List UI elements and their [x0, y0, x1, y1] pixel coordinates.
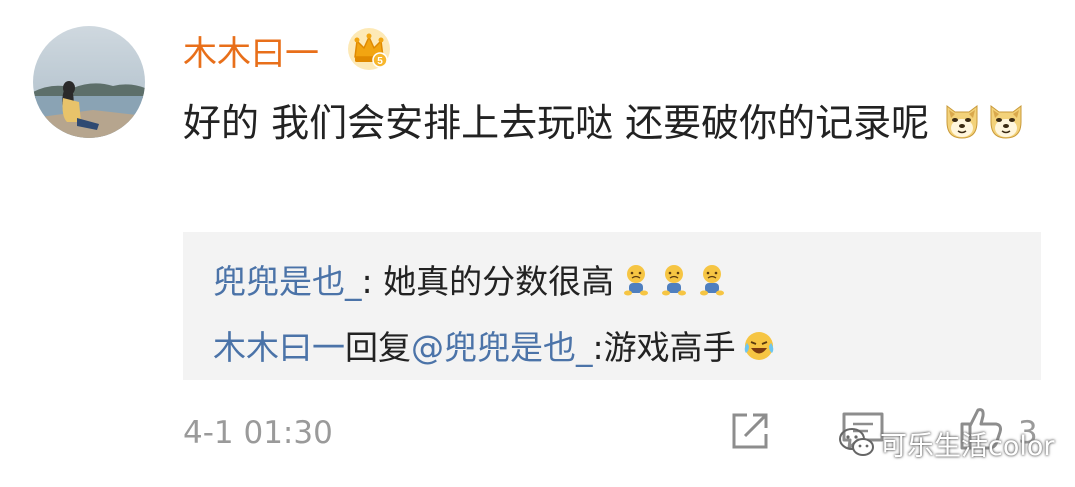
reply-separator: : [361, 262, 384, 301]
reply-item[interactable]: 木木曰一回复@兜兜是也_:游戏高手 [213, 328, 774, 368]
reply-author[interactable]: 木木曰一 [213, 328, 345, 367]
avatar[interactable] [33, 26, 145, 138]
wechat-icon [838, 427, 876, 459]
reply-text: 她真的分数很高 [383, 262, 615, 301]
timestamp: 4-1 01:30 [183, 415, 333, 451]
reply-separator: : [592, 328, 604, 367]
sad-emoji [620, 263, 652, 297]
watermark: 可乐生活color [838, 423, 1055, 463]
reply-text: 游戏高手 [603, 328, 736, 367]
sad-emoji [658, 263, 690, 297]
reply-box[interactable]: 兜兜是也_: 她真的分数很高 木木曰一回复@兜兜是也_:游戏高手 [183, 232, 1041, 380]
reply-word: 回复 [345, 328, 411, 367]
doge-emoji [985, 100, 1027, 142]
username[interactable]: 木木曰一 [183, 34, 319, 74]
doge-emoji [941, 100, 983, 142]
reply-mention[interactable]: @兜兜是也_ [411, 328, 593, 367]
svg-text:5: 5 [377, 56, 383, 67]
reply-author[interactable]: 兜兜是也_ [213, 262, 362, 301]
comment-body: 好的 我们会安排上去玩哒 还要破你的记录呢 [183, 101, 930, 145]
vip-crown-icon[interactable]: 5 [346, 26, 392, 72]
share-icon[interactable] [729, 410, 771, 452]
comment-text: 好的 我们会安排上去玩哒 还要破你的记录呢 [183, 95, 1033, 151]
laugh-cry-emoji [742, 329, 774, 363]
watermark-text: 可乐生活color [880, 430, 1055, 462]
sad-emoji [696, 263, 728, 297]
reply-item[interactable]: 兜兜是也_: 她真的分数很高 [213, 262, 728, 302]
